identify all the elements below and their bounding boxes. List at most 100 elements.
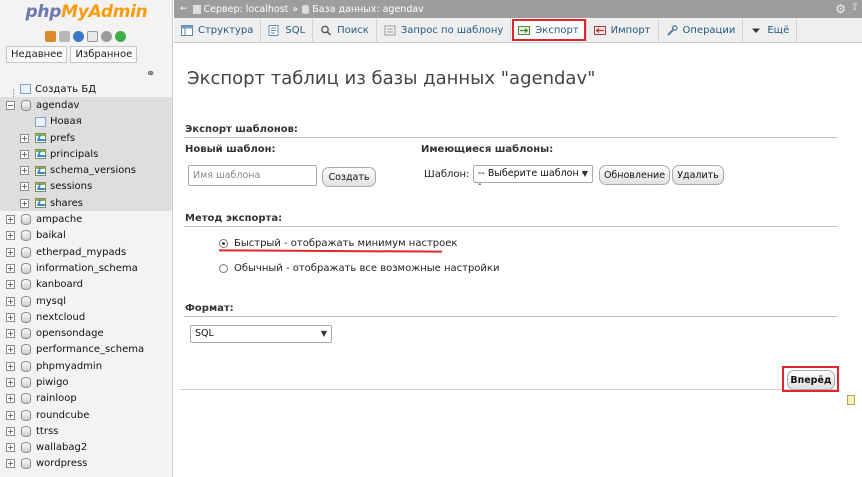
tree-database-row[interactable]: + roundcube [0, 407, 172, 423]
database-icon[interactable] [21, 328, 31, 340]
tree-database-row[interactable]: + baikal [0, 228, 172, 244]
tree-table-row[interactable]: + schema_versions [0, 162, 172, 179]
gear-icon[interactable] [101, 30, 112, 42]
expand-toggle-icon[interactable]: + [6, 410, 15, 420]
tab-search[interactable]: Поиск [313, 18, 377, 42]
tree-item-label[interactable]: opensondage [36, 328, 104, 339]
expand-toggle-icon[interactable]: + [6, 459, 15, 469]
tree-item-label[interactable]: mysql [36, 296, 66, 307]
tab-recent[interactable]: Недавнее [6, 46, 68, 63]
database-icon[interactable] [21, 393, 31, 405]
tree-database-row[interactable]: + etherpad_mypads [0, 244, 172, 260]
expand-toggle-icon[interactable]: + [6, 361, 15, 371]
database-icon[interactable] [21, 230, 31, 242]
tree-item-label[interactable]: etherpad_mypads [36, 247, 126, 258]
database-icon[interactable] [21, 442, 31, 454]
expand-toggle-icon[interactable]: + [6, 296, 15, 306]
database-icon[interactable] [21, 425, 31, 437]
tab-favorites[interactable]: Избранное [70, 46, 138, 63]
tree-item-label[interactable]: rainloop [36, 393, 77, 404]
tree-database-row[interactable]: + information_schema [0, 260, 172, 276]
tree-database-row[interactable]: + ampache [0, 211, 172, 227]
tree-item-label[interactable]: shares [50, 198, 83, 209]
home-icon[interactable] [45, 30, 56, 42]
tab-query[interactable]: Запрос по шаблону [377, 18, 512, 42]
tree-item-label[interactable]: performance_schema [36, 344, 144, 355]
tree-action-row[interactable]: Новая [0, 113, 172, 130]
tree-database-row[interactable]: + performance_schema [0, 342, 172, 358]
notes-icon[interactable] [847, 395, 855, 405]
tree-item-label[interactable]: ampache [36, 214, 82, 225]
tree-database-row[interactable]: + wordpress [0, 456, 172, 472]
update-template-button[interactable]: Обновление [599, 165, 670, 185]
tree-table-row[interactable]: + prefs [0, 129, 172, 147]
link-icon[interactable]: ⚭ [146, 67, 155, 80]
expand-toggle-icon[interactable]: + [6, 312, 15, 322]
tree-item-label[interactable]: baikal [36, 230, 66, 241]
database-icon[interactable] [21, 246, 31, 258]
expand-toggle-icon[interactable]: + [6, 215, 15, 225]
template-name-input[interactable]: Имя шаблона [188, 165, 317, 186]
expand-toggle-icon[interactable]: + [6, 443, 15, 453]
tree-item-label[interactable]: Новая [50, 116, 82, 127]
database-icon[interactable] [21, 262, 31, 274]
tree-item-label[interactable]: roundcube [36, 410, 89, 421]
tree-item-label[interactable]: information_schema [36, 263, 138, 274]
table-icon[interactable] [35, 149, 46, 160]
tab-import[interactable]: Импорт [587, 18, 659, 42]
database-icon[interactable] [21, 279, 31, 291]
database-icon[interactable] [21, 409, 31, 421]
expand-toggle-icon[interactable]: + [6, 426, 15, 436]
expand-toggle-icon[interactable]: + [6, 345, 15, 355]
table-icon[interactable] [35, 181, 46, 192]
tree-item-label[interactable]: Создать БД [35, 84, 96, 95]
tree-database-row[interactable]: + ttrss [0, 423, 172, 439]
tab-sql[interactable]: SQL [261, 18, 314, 42]
tree-item-label[interactable]: wordpress [36, 458, 87, 469]
tree-database-row[interactable]: + kanboard [0, 277, 172, 293]
tree-database-row[interactable]: + rainloop [0, 391, 172, 407]
tree-item-label[interactable]: phpmyadmin [36, 361, 102, 372]
custom-method-radio[interactable] [219, 264, 228, 273]
tree-database-row[interactable]: + mysql [0, 293, 172, 309]
go-button[interactable]: Вперёд [787, 370, 835, 390]
tree-item-label[interactable]: prefs [50, 133, 75, 144]
expand-toggle-icon[interactable]: + [6, 231, 15, 241]
expand-toggle-icon[interactable]: + [20, 133, 29, 143]
tree-action-row[interactable]: Создать БД [0, 81, 172, 97]
table-icon[interactable] [35, 165, 46, 176]
database-icon[interactable] [21, 458, 31, 470]
tree-database-row[interactable]: + phpmyadmin [0, 358, 172, 374]
create-template-button[interactable]: Создать [322, 167, 376, 187]
table-icon[interactable] [35, 198, 46, 209]
tree-database-row[interactable]: + nextcloud [0, 309, 172, 325]
format-select[interactable]: SQL ▼ [190, 325, 332, 343]
delete-template-button[interactable]: Удалить [672, 165, 724, 185]
reload-icon[interactable] [115, 30, 126, 42]
tree-database-row[interactable]: − agendav [0, 97, 172, 114]
tree-table-row[interactable]: + principals [0, 146, 172, 163]
exit-icon[interactable] [59, 30, 70, 42]
tab-export[interactable]: Экспорт [511, 18, 587, 42]
expand-toggle-icon[interactable]: + [20, 182, 29, 192]
tab-structure[interactable]: Структура [174, 18, 262, 42]
tree-item-label[interactable]: kanboard [36, 279, 83, 290]
quick-method-radio[interactable] [219, 239, 228, 248]
expand-toggle-icon[interactable]: + [20, 198, 29, 208]
database-icon[interactable] [21, 99, 31, 111]
arrow-left-icon[interactable]: ← [180, 4, 188, 14]
collapse-toggle-icon[interactable]: − [6, 100, 15, 110]
breadcrumb-server[interactable]: Сервер: localhost [204, 4, 289, 15]
expand-toggle-icon[interactable]: + [6, 247, 15, 257]
expand-toggle-icon[interactable]: + [6, 377, 15, 387]
tree-database-row[interactable]: + wallabag2 [0, 440, 172, 456]
database-icon[interactable] [21, 360, 31, 372]
tab-more[interactable]: Ещё [743, 18, 798, 42]
expand-toggle-icon[interactable]: + [6, 263, 15, 273]
database-icon[interactable] [21, 344, 31, 356]
collapse-icon[interactable]: ⇧ [851, 2, 859, 13]
breadcrumb-database[interactable]: База данных: agendav [312, 4, 424, 15]
tree-database-row[interactable]: + piwigo [0, 374, 172, 390]
phpmyadmin-logo[interactable]: phpMyAdmin [0, 2, 172, 22]
tree-item-label[interactable]: sessions [50, 181, 92, 192]
